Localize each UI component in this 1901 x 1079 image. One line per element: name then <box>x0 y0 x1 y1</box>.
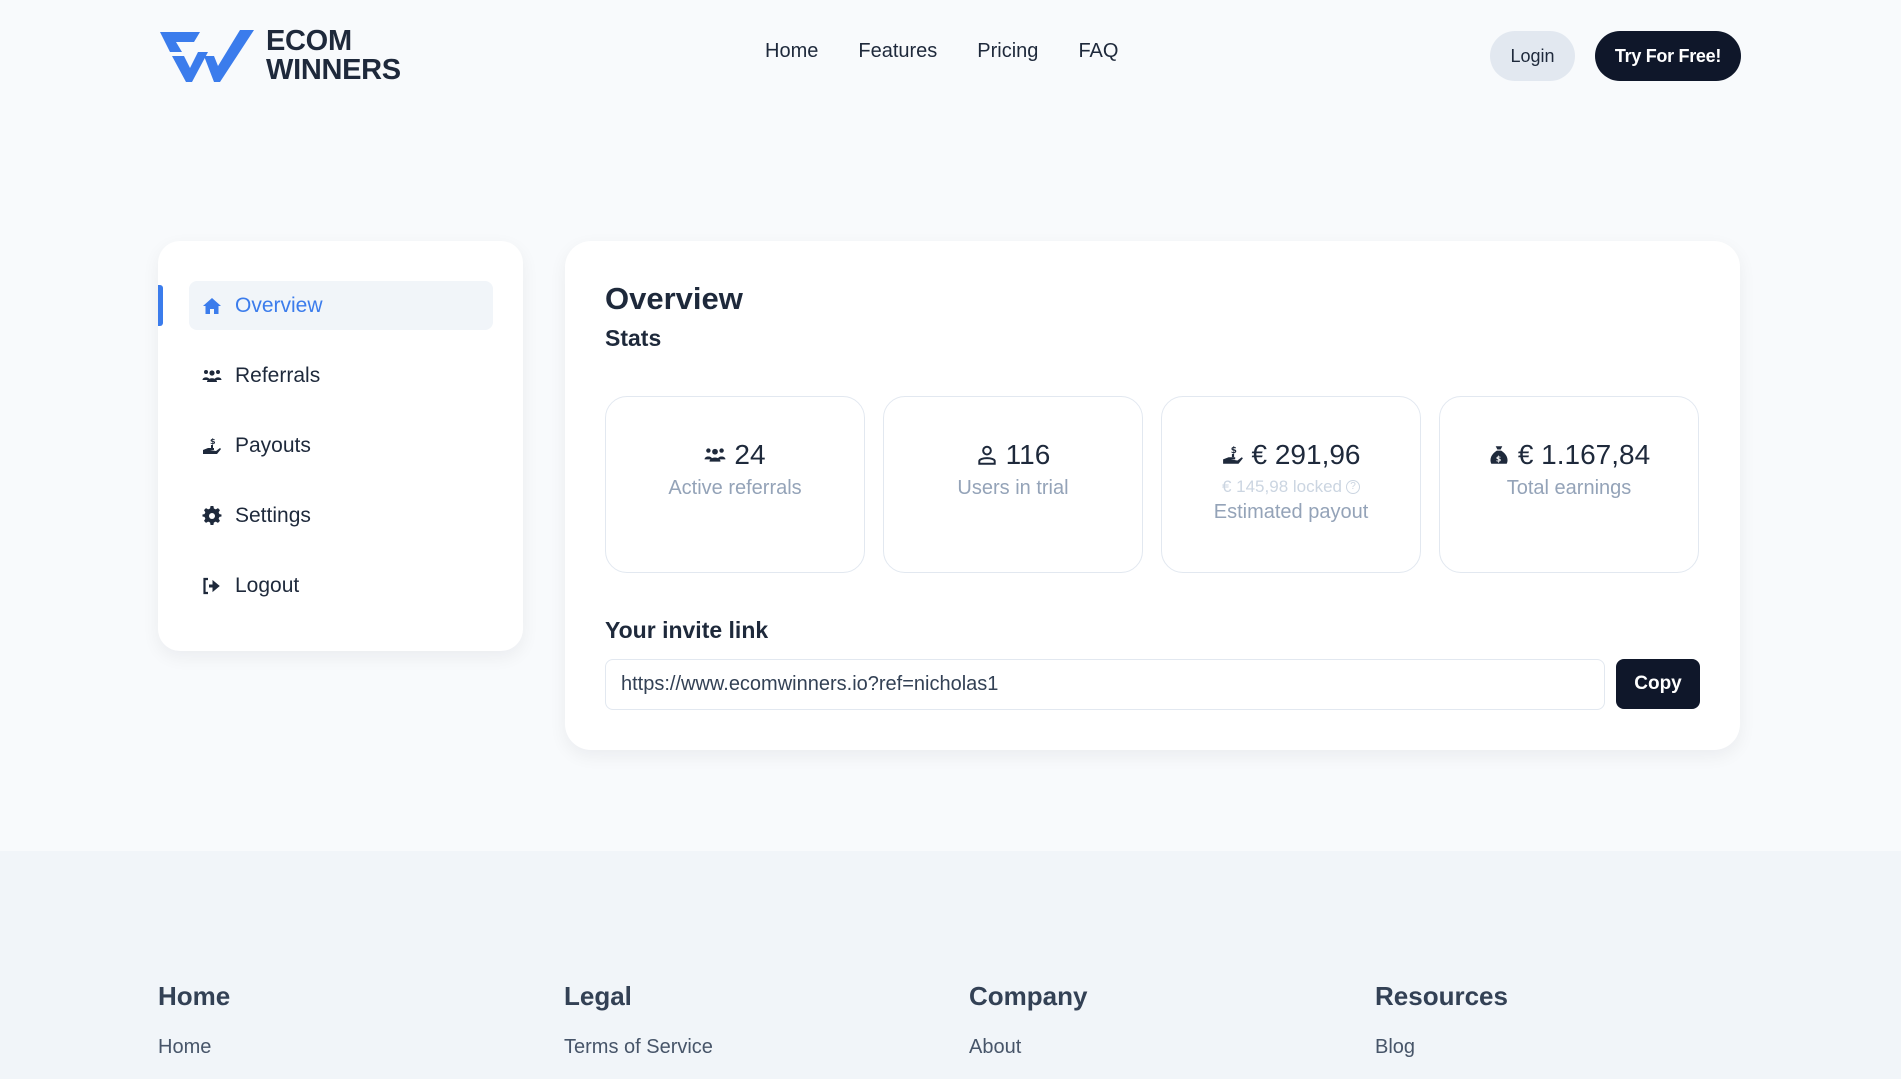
stat-value-row: $ € 1.167,84 <box>1440 439 1698 471</box>
stat-value: 116 <box>1005 439 1051 470</box>
stat-value: € 1.167,84 <box>1517 439 1651 470</box>
stat-value-row: 116 <box>884 439 1142 471</box>
stat-value-row: 24 <box>606 439 864 471</box>
footer-column-home: Home Home <box>158 981 230 1059</box>
logout-icon <box>201 575 223 597</box>
footer-link[interactable]: Home <box>158 1036 230 1059</box>
footer-link[interactable]: Blog <box>1375 1036 1508 1059</box>
nav-link-features[interactable]: Features <box>858 40 937 63</box>
sidebar-item-referrals[interactable]: Referrals <box>189 351 493 400</box>
sidebar-item-label: Referrals <box>235 363 321 387</box>
money-bag-icon: $ <box>1490 446 1508 464</box>
sidebar-item-label: Payouts <box>235 433 311 457</box>
stat-value: 24 <box>734 439 766 470</box>
invite-link-label: Your invite link <box>605 617 769 643</box>
invite-link-input[interactable] <box>605 659 1605 710</box>
stat-label: Estimated payout <box>1213 501 1369 523</box>
stat-card-total-earnings: $ € 1.167,84 Total earnings <box>1439 396 1699 573</box>
sidebar-item-payouts[interactable]: $ Payouts <box>189 421 493 470</box>
footer-column-title: Home <box>158 981 231 1011</box>
main-nav: Home Features Pricing FAQ <box>765 40 1118 63</box>
active-indicator <box>158 285 163 326</box>
footer-column-title: Company <box>969 981 1088 1011</box>
overview-card: Overview Stats 24 Active referrals 116 U… <box>565 241 1740 750</box>
footer-column-title: Resources <box>1375 981 1508 1011</box>
stats-heading: Stats <box>605 325 662 351</box>
sidebar-item-logout[interactable]: Logout <box>189 561 493 610</box>
sidebar-item-label: Settings <box>235 503 311 527</box>
footer-column-company: Company About <box>969 981 1087 1059</box>
try-for-free-button[interactable]: Try For Free! <box>1595 31 1741 81</box>
sidebar-item-label: Overview <box>235 293 323 317</box>
copy-button[interactable]: Copy <box>1616 659 1700 709</box>
footer-column-legal: Legal Terms of Service <box>564 981 713 1059</box>
stat-value-row: $ € 291,96 <box>1162 439 1420 471</box>
nav-link-faq[interactable]: FAQ <box>1078 40 1118 63</box>
hand-dollar-icon: $ <box>1222 446 1243 464</box>
locked-amount-text: € 145,98 locked <box>1221 477 1343 496</box>
users-icon <box>704 448 726 462</box>
gear-icon <box>201 505 223 527</box>
footer-link[interactable]: Terms of Service <box>564 1036 713 1059</box>
sidebar-item-label: Logout <box>235 573 300 597</box>
nav-link-home[interactable]: Home <box>765 40 818 63</box>
stat-card-users-in-trial: 116 Users in trial <box>883 396 1143 573</box>
brand-logo[interactable]: ECOM WINNERS <box>158 26 401 86</box>
home-icon <box>201 295 223 317</box>
nav-link-pricing[interactable]: Pricing <box>977 40 1038 63</box>
sidebar-item-settings[interactable]: Settings <box>189 491 493 540</box>
ew-logo-icon <box>160 30 254 82</box>
users-icon <box>201 365 223 387</box>
stat-label: Total earnings <box>1506 477 1632 499</box>
site-header: ECOM WINNERS Home Features Pricing FAQ L… <box>0 0 1901 112</box>
brand-name-line1: ECOM <box>266 25 352 57</box>
footer-column-title: Legal <box>564 981 632 1011</box>
site-footer: Home Home Legal Terms of Service Company… <box>0 851 1901 1079</box>
locked-amount: € 145,98 locked ? <box>1162 477 1420 497</box>
stat-value: € 291,96 <box>1251 439 1361 470</box>
brand-name-line2: WINNERS <box>266 54 401 86</box>
user-icon <box>977 445 996 465</box>
page-title: Overview <box>605 281 743 316</box>
stat-label: Users in trial <box>957 477 1069 499</box>
stat-label: Active referrals <box>668 477 802 499</box>
question-circle-icon[interactable]: ? <box>1346 480 1361 494</box>
svg-text:$: $ <box>1496 455 1501 464</box>
stat-card-estimated-payout: $ € 291,96 € 145,98 locked ? Estimated p… <box>1161 396 1421 573</box>
sidebar-item-overview[interactable]: Overview <box>189 281 493 330</box>
stat-card-active-referrals: 24 Active referrals <box>605 396 865 573</box>
dashboard-sidebar: Overview Referrals $ Payouts Settings Lo… <box>158 241 523 651</box>
login-button[interactable]: Login <box>1490 31 1575 81</box>
svg-text:$: $ <box>210 437 216 446</box>
hand-dollar-icon: $ <box>201 435 223 457</box>
footer-link[interactable]: About <box>969 1036 1087 1059</box>
brand-wordmark: ECOM WINNERS <box>266 27 401 85</box>
footer-column-resources: Resources Blog <box>1375 981 1508 1059</box>
